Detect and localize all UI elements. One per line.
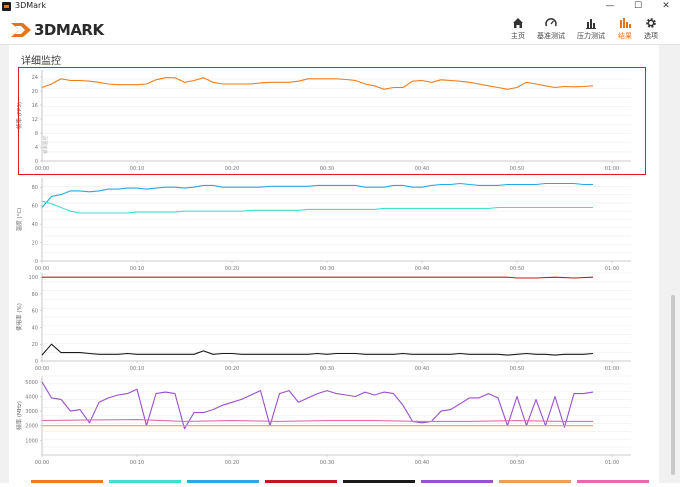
maximize-button[interactable]: ☐ xyxy=(624,0,652,13)
y-axis-label: 温度 (°C) xyxy=(15,208,23,232)
y-axis-label: 使用率 (%) xyxy=(15,303,23,331)
content-area: 详细监控 0 4 8 12 16 20 24 00:00 00:10 00:20 00:30 00:4… xyxy=(0,45,680,483)
nav-home[interactable]: 主页 xyxy=(500,16,536,44)
gear-icon xyxy=(646,18,656,28)
x-tick-label: 00:40 xyxy=(415,266,429,272)
x-tick-label: 00:30 xyxy=(320,460,334,466)
page-title: 详细监控 xyxy=(21,56,61,67)
detailed-monitoring-panel: 详细监控 0 4 8 12 16 20 24 00:00 00:10 00:20 00:30 00:4… xyxy=(9,45,659,483)
logo-text: 3DMARK xyxy=(34,21,104,39)
vertical-scrollbar[interactable] xyxy=(669,45,677,483)
y-tick-label: 20 xyxy=(32,241,38,247)
x-tick-label: 00:20 xyxy=(225,366,239,372)
x-tick-label: 00:10 xyxy=(130,460,144,466)
x-tick-label: 00:10 xyxy=(130,366,144,372)
series-line-1-0 xyxy=(41,182,593,208)
y-tick-label: 2000 xyxy=(25,424,38,430)
y-tick-label: 4000 xyxy=(25,394,38,400)
x-tick-label: 00:50 xyxy=(510,266,524,272)
y-tick-label: 5000 xyxy=(25,380,38,386)
series-line-2-0 xyxy=(42,276,594,279)
nav-benchmarks[interactable]: 基准测试 xyxy=(533,16,569,44)
y-axis-label: 频率 (MHz) xyxy=(15,401,23,430)
y-tick-label: 0 xyxy=(35,259,38,265)
window-titlebar: 3DMark — ☐ ✕ xyxy=(0,0,680,13)
y-tick-label: 80 xyxy=(32,185,38,191)
x-tick-label: 00:10 xyxy=(130,266,144,272)
app-header: 3DMARK 主页 基准测试 压力测试 结果 选项 xyxy=(0,13,680,45)
series-line-3-0 xyxy=(41,381,594,430)
series-line-2-1 xyxy=(41,343,594,356)
y-tick-label: 60 xyxy=(32,204,38,210)
stress-chart-icon xyxy=(586,19,596,29)
home-icon xyxy=(513,18,523,28)
window-title: 3DMark xyxy=(15,1,46,10)
y-tick-label: 40 xyxy=(32,222,38,228)
y-tick-label: 0 xyxy=(35,359,38,365)
x-tick-label: 00:40 xyxy=(415,366,429,372)
gauge-icon xyxy=(545,18,557,27)
x-tick-label: 00:50 xyxy=(510,460,524,466)
nav-options[interactable]: 选项 xyxy=(633,16,669,44)
nav-label-home: 主页 xyxy=(511,32,525,40)
x-tick-label: 01:00 xyxy=(605,366,619,372)
logo-mark-icon xyxy=(11,23,31,37)
y-tick-label: 3000 xyxy=(25,409,38,415)
x-tick-label: 01:00 xyxy=(605,266,619,272)
series-line-3-1 xyxy=(41,419,593,422)
x-tick-label: 00:00 xyxy=(35,266,49,272)
minimize-button[interactable]: — xyxy=(596,0,624,13)
fps-chart-highlight xyxy=(18,67,646,175)
brand-logo[interactable]: 3DMARK xyxy=(10,20,104,40)
y-tick-label: 80 xyxy=(32,292,38,298)
nav-label-benchmarks: 基准测试 xyxy=(537,32,565,40)
x-tick-label: 00:30 xyxy=(320,366,334,372)
y-tick-label: 60 xyxy=(32,309,38,315)
x-tick-label: 00:00 xyxy=(35,460,49,466)
x-tick-label: 00:20 xyxy=(225,266,239,272)
x-tick-label: 00:20 xyxy=(225,460,239,466)
app-icon xyxy=(2,2,11,11)
y-tick-label: 100 xyxy=(28,275,38,281)
x-tick-label: 00:40 xyxy=(415,460,429,466)
x-tick-label: 00:50 xyxy=(510,366,524,372)
nav-label-stress-tests: 压力测试 xyxy=(577,32,605,40)
x-tick-label: 00:00 xyxy=(35,366,49,372)
y-tick-label: 40 xyxy=(32,325,38,331)
scrollbar-thumb[interactable] xyxy=(671,295,675,475)
nav-stress-tests[interactable]: 压力测试 xyxy=(573,16,609,44)
close-button[interactable]: ✕ xyxy=(652,0,680,13)
y-tick-label: 20 xyxy=(32,342,38,348)
x-tick-label: 01:00 xyxy=(605,460,619,466)
y-tick-label: 1000 xyxy=(25,438,38,444)
nav-label-options: 选项 xyxy=(644,32,658,40)
x-tick-label: 00:30 xyxy=(320,266,334,272)
